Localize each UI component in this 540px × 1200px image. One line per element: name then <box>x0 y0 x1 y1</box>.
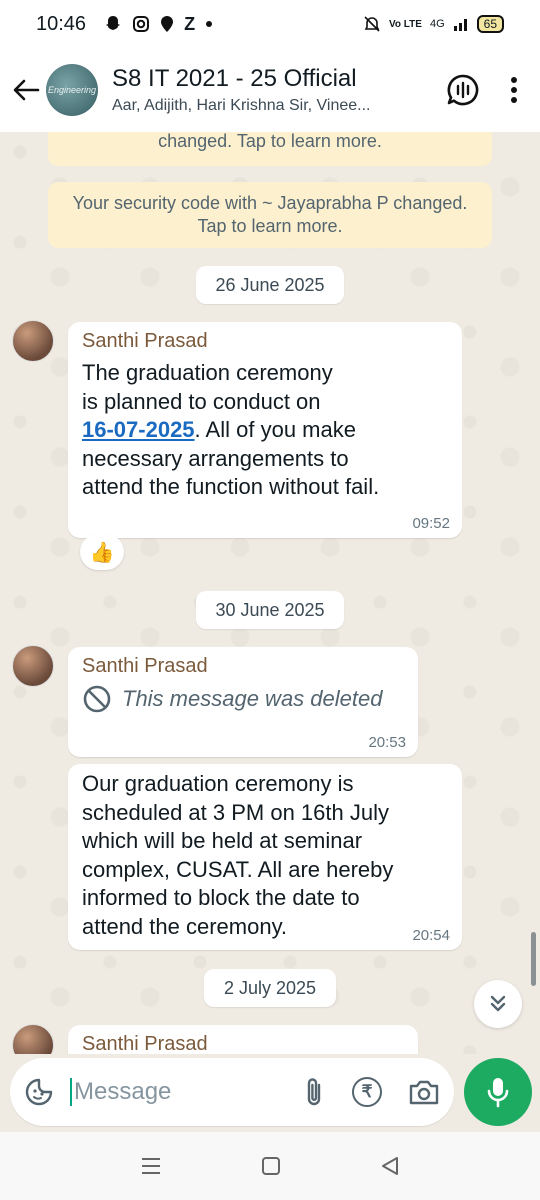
network-label: Vo LTE <box>388 18 422 30</box>
instagram-icon <box>132 15 150 33</box>
microphone-icon <box>485 1076 511 1108</box>
network-type: 4G <box>429 18 445 30</box>
sticker-button[interactable] <box>24 1077 54 1107</box>
avatar[interactable] <box>12 320 54 362</box>
message-text-part: The graduation ceremony is planned to co… <box>82 360 333 414</box>
sender-name[interactable]: Santhi Prasad <box>82 1033 404 1054</box>
system-message[interactable]: Your security code with ~ Jayaprabha P c… <box>48 182 492 248</box>
zomato-icon: Z <box>184 13 196 34</box>
signal-icon <box>453 16 469 32</box>
system-message-text: changed. Tap to learn more. <box>158 132 382 151</box>
message-input[interactable] <box>70 1078 302 1106</box>
message-time: 09:52 <box>412 515 450 532</box>
message-bubble[interactable]: Santhi Prasad This message was deleted 2… <box>68 647 418 757</box>
date-separator: 30 June 2025 <box>196 591 344 629</box>
more-options-button[interactable] <box>510 76 518 104</box>
scrollbar[interactable] <box>531 932 536 986</box>
scroll-to-bottom-button[interactable] <box>474 980 522 1028</box>
camera-icon <box>408 1078 440 1106</box>
avatar[interactable] <box>12 645 54 687</box>
composer: ₹ <box>0 1054 540 1132</box>
message-input-container: ₹ <box>10 1058 454 1126</box>
message-text: The graduation ceremony is planned to co… <box>82 359 448 502</box>
date-link[interactable]: 16-07-2025 <box>82 417 195 442</box>
group-members: Aar, Adijith, Hari Krishna Sir, Vinee... <box>112 97 371 114</box>
chat-area[interactable]: changed. Tap to learn more. Your securit… <box>0 132 540 1054</box>
status-bar: 10:46 Z Vo LTE 4G 65 <box>0 0 540 48</box>
attach-button[interactable] <box>302 1076 326 1108</box>
camera-button[interactable] <box>408 1078 440 1106</box>
home-button[interactable] <box>261 1156 281 1176</box>
square-icon <box>261 1156 281 1176</box>
blocked-icon <box>82 684 112 714</box>
group-avatar[interactable]: Engineering <box>46 64 98 116</box>
paperclip-icon <box>302 1076 326 1108</box>
status-time: 10:46 <box>36 12 87 35</box>
system-message-text: Your security code with ~ Jayaprabha P c… <box>72 193 468 236</box>
system-nav-bar <box>0 1132 540 1200</box>
message-bubble[interactable]: Santhi Prasad <box>68 1025 418 1054</box>
system-message[interactable]: changed. Tap to learn more. <box>48 132 492 166</box>
message-bubble[interactable]: Santhi Prasad The graduation ceremony is… <box>68 322 462 538</box>
snapchat-icon <box>104 15 122 33</box>
group-avatar-text: Engineering <box>47 85 97 95</box>
date-separator: 2 July 2025 <box>204 969 336 1007</box>
voice-chat-icon <box>446 73 480 107</box>
group-info[interactable]: S8 IT 2021 - 25 Official Aar, Adijith, H… <box>112 65 446 115</box>
back-button[interactable] <box>10 70 42 110</box>
deleted-message-text: This message was deleted <box>122 686 383 711</box>
menu-lines-icon <box>140 1156 162 1176</box>
rupee-icon: ₹ <box>361 1082 373 1101</box>
voice-chat-button[interactable] <box>446 73 480 107</box>
chat-header: Engineering S8 IT 2021 - 25 Official Aar… <box>0 48 540 132</box>
message-time: 20:54 <box>412 927 450 944</box>
message-text: Our graduation ceremony is scheduled at … <box>82 771 394 939</box>
arrow-left-icon <box>12 78 40 102</box>
thumbs-up-icon: 👍 <box>89 541 115 564</box>
date-label: 30 June 2025 <box>215 599 325 620</box>
sender-name[interactable]: Santhi Prasad <box>82 655 404 678</box>
dot-icon <box>205 20 213 28</box>
battery-indicator: 65 <box>476 15 504 33</box>
back-nav-button[interactable] <box>380 1156 400 1176</box>
more-vertical-icon <box>510 76 518 104</box>
payment-button[interactable]: ₹ <box>352 1077 382 1107</box>
date-separator: 26 June 2025 <box>196 266 344 304</box>
swiggy-icon <box>160 15 174 33</box>
voice-message-button[interactable] <box>464 1058 532 1126</box>
avatar[interactable] <box>12 1024 54 1054</box>
sender-name[interactable]: Santhi Prasad <box>82 330 448 353</box>
message-bubble[interactable]: Our graduation ceremony is scheduled at … <box>68 764 462 950</box>
mute-icon <box>363 15 381 33</box>
message-time: 20:53 <box>368 734 406 751</box>
sticker-icon <box>24 1077 54 1107</box>
recent-apps-button[interactable] <box>140 1156 162 1176</box>
triangle-back-icon <box>380 1156 400 1176</box>
date-label: 26 June 2025 <box>215 274 325 295</box>
group-title: S8 IT 2021 - 25 Official <box>112 65 357 92</box>
date-label: 2 July 2025 <box>223 977 317 998</box>
reaction-badge[interactable]: 👍 <box>80 534 124 570</box>
double-chevron-down-icon <box>487 993 509 1015</box>
